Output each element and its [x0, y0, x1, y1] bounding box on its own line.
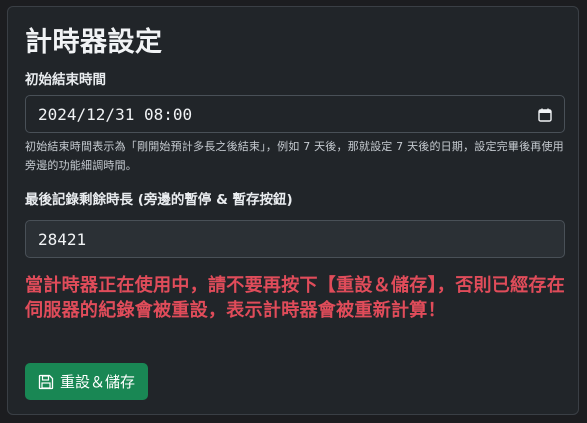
remaining-time-input[interactable]: 28421 [25, 220, 565, 258]
warning-message: 當計時器正在使用中，請不要再按下【重設＆儲存】，否則已經存在伺服器的紀錄會被重設… [25, 275, 565, 321]
end-time-input[interactable]: 2024/12/31 08:00 [25, 95, 565, 133]
timer-settings-card: 計時器設定 初始結束時間 2024/12/31 08:00 初始結束時間表示為「… [7, 6, 579, 415]
reset-save-button[interactable]: 重設＆儲存 [25, 363, 149, 400]
floppy-disk-icon [38, 374, 54, 390]
remaining-time-value: 28421 [38, 229, 87, 249]
calendar-icon[interactable] [538, 107, 552, 122]
end-time-label: 初始結束時間 [25, 72, 106, 88]
page-title: 計時器設定 [25, 27, 163, 58]
remaining-time-label: 最後記錄剩餘時長 (旁邊的暫停 & 暫存按鈕) [25, 192, 293, 208]
reset-save-button-label: 重設＆儲存 [60, 373, 136, 391]
end-time-help-text: 初始結束時間表示為「剛開始預計多長之後結束」，例如 7 天後，那就設定 7 天後… [25, 140, 564, 172]
end-time-value: 2024/12/31 08:00 [38, 104, 193, 124]
